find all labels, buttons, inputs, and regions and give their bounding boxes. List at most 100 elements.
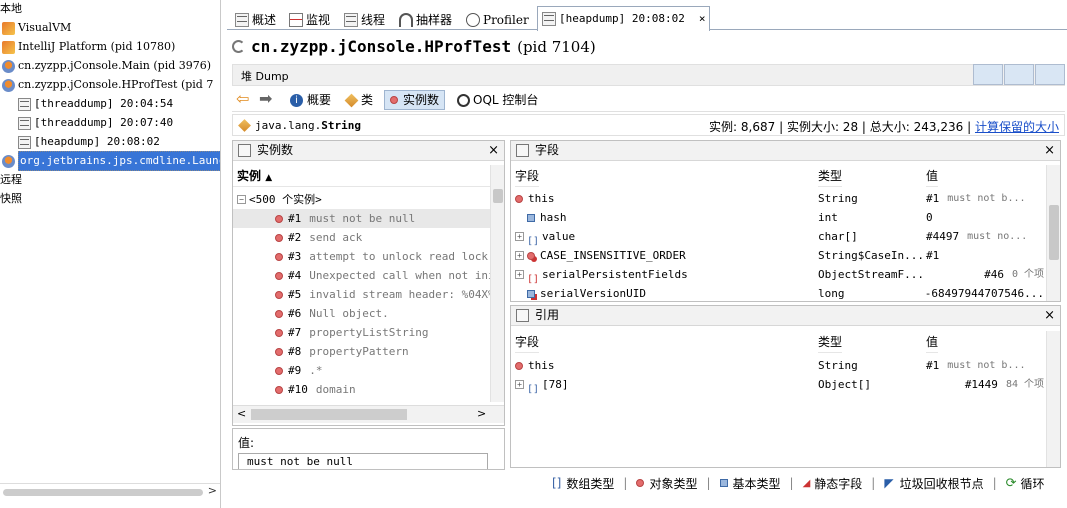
fields-col-field[interactable]: 字段	[515, 165, 540, 187]
legend-gcroot: ◤ 垃圾回收根节点	[884, 476, 984, 491]
instances-panel: 实例数 × 实例 ▲ − <500 个实例> #1 must not be null…	[232, 140, 505, 426]
class-name: java.lang.String	[255, 118, 361, 132]
fields-col-type[interactable]: 类型	[818, 165, 843, 187]
tab-profiler[interactable]: Profiler	[462, 9, 533, 31]
back-arrow-icon[interactable]: ⇦	[236, 91, 249, 107]
scrollbar-thumb[interactable]	[3, 489, 203, 496]
panel-icon	[516, 309, 529, 322]
field-row-name[interactable]: + CASE_INSENSITIVE_ORDER	[515, 246, 686, 265]
scrollbar-thumb[interactable]	[1049, 205, 1059, 260]
object-icon	[636, 479, 645, 487]
refs-col-type[interactable]: 类型	[818, 331, 843, 353]
instance-number: #8	[288, 345, 302, 358]
java-icon	[2, 154, 15, 168]
instances-button[interactable]: 实例数	[384, 90, 446, 110]
tree-node-intellij[interactable]: IntelliJ Platform (pid 10780)	[2, 38, 175, 56]
instances-group[interactable]: − <500 个实例>	[237, 190, 322, 209]
instances-vertical-scrollbar[interactable]	[490, 165, 504, 402]
tree-node-visualvm[interactable]: VisualVM	[2, 19, 71, 37]
tree-node-launcher[interactable]: org.jetbrains.jps.cmdline.Launcher	[2, 151, 220, 171]
tab-heapdump[interactable]: [heapdump] 20:08:02 ×	[537, 6, 711, 31]
fields-vertical-scrollbar[interactable]	[1046, 165, 1060, 301]
field-value: 0	[926, 211, 933, 224]
scrollbar-thumb[interactable]	[493, 189, 503, 203]
value-label: 值:	[238, 436, 255, 450]
field-row-name[interactable]: +[] [78]	[515, 375, 569, 395]
view-summary-icon[interactable]	[973, 64, 1003, 85]
tab-sampler[interactable]: 抽样器	[395, 9, 456, 31]
tab-threads[interactable]: 线程	[340, 9, 389, 31]
expand-icon[interactable]: +	[515, 270, 524, 279]
expand-icon[interactable]: +	[515, 380, 524, 389]
field-row-name[interactable]: serialVersionUID	[527, 284, 646, 301]
instance-row[interactable]: #9 .*	[233, 361, 490, 380]
heap-dump-icon	[18, 135, 31, 149]
expand-icon[interactable]: +	[515, 232, 524, 241]
page-title: cn.zyzpp.jConsole.HProfTest (pid 7104)	[232, 37, 596, 56]
field-row-name[interactable]: +[] value	[515, 227, 575, 247]
field-row-name[interactable]: +[] serialPersistentFields	[515, 265, 688, 285]
scroll-right-arrow[interactable]: >	[477, 407, 486, 420]
field-row-name[interactable]: hash	[527, 208, 567, 227]
instance-row[interactable]: #6 Null object.	[233, 304, 490, 323]
instance-row[interactable]: #5 invalid stream header: %04X%04	[233, 285, 504, 304]
tree-node-heapdump[interactable]: [heapdump] 20:08:02	[18, 133, 160, 151]
references-panel-close-icon[interactable]: ×	[1044, 306, 1055, 325]
instance-row[interactable]: #3 attempt to unlock read lock, r	[233, 247, 504, 266]
tab-close-icon[interactable]: ×	[699, 9, 706, 29]
forward-arrow-icon[interactable]: ➡	[259, 91, 272, 107]
oql-console-button[interactable]: OQL 控制台	[457, 90, 538, 110]
instance-row[interactable]: #2 send ack	[233, 228, 490, 247]
field-value: -68497944707546...	[924, 287, 1044, 300]
field-row-value: #1 must not b...	[926, 189, 1044, 208]
field-type: char[]	[818, 230, 858, 243]
instances-column-header[interactable]: 实例 ▲	[233, 165, 491, 187]
tree-node-local[interactable]: 本地	[0, 0, 22, 18]
instances-panel-close-icon[interactable]: ×	[488, 141, 499, 160]
tree-node-hproftest[interactable]: cn.zyzpp.jConsole.HProfTest (pid 7	[2, 76, 213, 94]
visualvm-icon	[2, 21, 15, 35]
class-stats: 实例: 8,687 | 实例大小: 28 | 总大小: 243,236 | 计算…	[709, 120, 1059, 134]
instance-row[interactable]: #10 domain	[233, 380, 490, 399]
tree-node-snapshots[interactable]: 快照	[0, 190, 22, 208]
view-instances-icon[interactable]	[1035, 64, 1065, 85]
value-text-field[interactable]: must not be null	[238, 453, 488, 469]
scroll-right-arrow[interactable]: >	[208, 484, 217, 497]
classes-button[interactable]: 类	[344, 90, 373, 110]
scrollbar-thumb[interactable]	[251, 409, 407, 420]
instance-row[interactable]: #1 must not be null	[233, 209, 490, 228]
field-row-name[interactable]: this	[515, 356, 555, 375]
refs-col-field[interactable]: 字段	[515, 331, 540, 353]
threads-icon	[344, 13, 358, 27]
field-value: #1	[926, 249, 940, 262]
tree-node-remote[interactable]: 远程	[0, 171, 22, 189]
instance-row[interactable]: #8 propertyPattern	[233, 342, 490, 361]
intellij-icon	[2, 40, 15, 54]
field-row-name[interactable]: this	[515, 189, 555, 208]
fields-panel-close-icon[interactable]: ×	[1044, 141, 1055, 160]
tree-node-threaddump-2[interactable]: [threaddump] 20:07:40	[18, 114, 173, 132]
tab-monitor[interactable]: 监视	[285, 9, 334, 31]
references-vertical-scrollbar[interactable]	[1046, 331, 1060, 467]
refs-col-value[interactable]: 值	[926, 331, 939, 353]
array-icon: []	[527, 383, 540, 395]
left-horizontal-scrollbar[interactable]: >	[0, 483, 220, 500]
fields-col-value[interactable]: 值	[926, 165, 939, 187]
tree-node-threaddump-1[interactable]: [threaddump] 20:04:54	[18, 95, 173, 113]
summary-button[interactable]: i 概要	[290, 90, 331, 110]
applications-tree[interactable]: 本地 VisualVM IntelliJ Platform (pid 10780…	[0, 0, 221, 508]
field-value: #1449	[964, 378, 998, 391]
collapse-icon[interactable]: −	[237, 195, 246, 204]
view-classes-icon[interactable]	[1004, 64, 1034, 85]
expand-icon[interactable]: +	[515, 251, 524, 260]
tree-node-main[interactable]: cn.zyzpp.jConsole.Main (pid 3976)	[2, 57, 211, 75]
instance-row[interactable]: #4 Unexpected call when not init	[233, 266, 501, 285]
compute-retained-link[interactable]: 计算保留的大小	[975, 120, 1059, 134]
tab-overview[interactable]: 概述	[231, 9, 280, 31]
scroll-left-arrow[interactable]: <	[237, 407, 246, 420]
instance-row[interactable]: #7 propertyListString	[233, 323, 490, 342]
instance-value: must not be null	[309, 212, 416, 225]
field-value-detail: must no...	[967, 231, 1028, 242]
instances-horizontal-scrollbar[interactable]: < >	[233, 405, 504, 423]
static-object-icon	[527, 251, 535, 260]
